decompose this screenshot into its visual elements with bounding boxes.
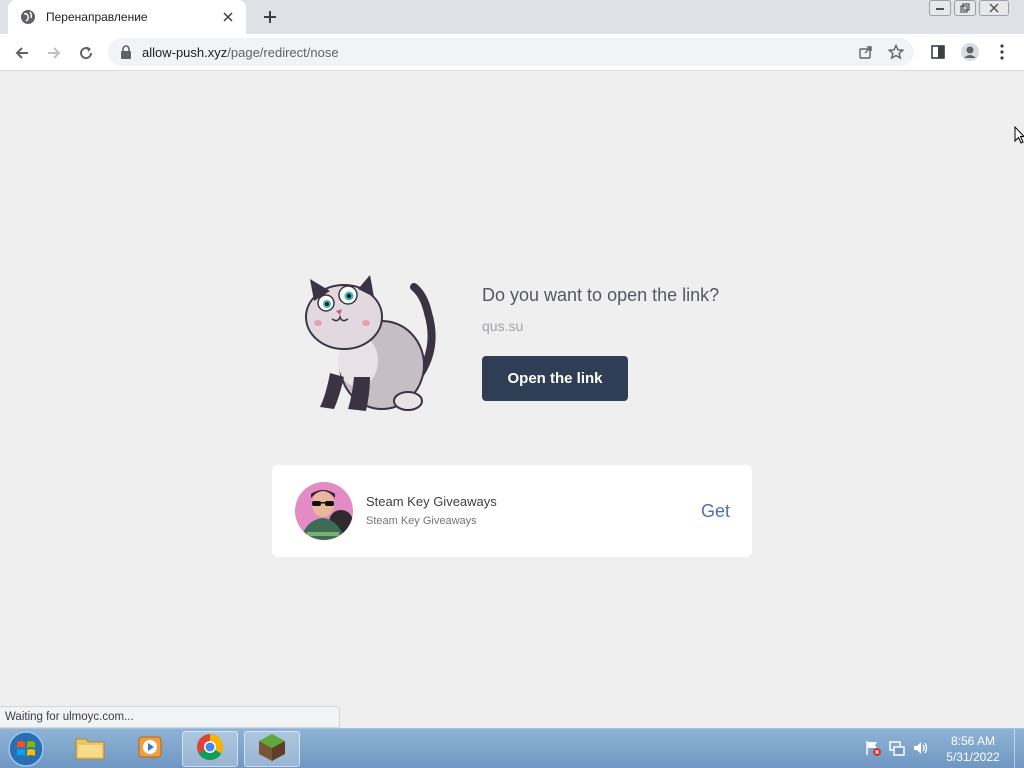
forward-button[interactable] — [42, 41, 66, 65]
cat-illustration — [300, 273, 445, 418]
avatar — [295, 482, 353, 540]
restore-button[interactable] — [954, 0, 976, 16]
url-text: allow-push.xyz/page/redirect/nose — [142, 45, 339, 60]
tab-title: Перенаправление — [46, 10, 148, 24]
side-panel-icon[interactable] — [926, 40, 950, 64]
volume-icon[interactable] — [912, 739, 930, 762]
share-icon[interactable] — [858, 44, 874, 60]
system-tray — [864, 739, 930, 762]
minimize-button[interactable] — [929, 0, 951, 16]
browser-tab[interactable]: Перенаправление — [8, 0, 246, 34]
browser-toolbar: allow-push.xyz/page/redirect/nose — [0, 34, 1024, 71]
reload-button[interactable] — [74, 41, 98, 65]
taskbar-clock[interactable]: 8:56 AM 5/31/2022 — [940, 733, 1006, 765]
back-button[interactable] — [10, 41, 34, 65]
url-host: allow-push.xyz — [142, 44, 228, 60]
file-explorer-icon — [74, 733, 106, 766]
taskbar-chrome[interactable] — [182, 731, 238, 767]
open-link-button[interactable]: Open the link — [482, 356, 628, 401]
globe-icon — [20, 9, 36, 25]
close-tab-icon[interactable] — [220, 9, 236, 25]
lock-icon[interactable] — [120, 45, 132, 59]
status-bar: Waiting for ulmoyc.com... — [0, 706, 340, 728]
menu-kebab-icon[interactable] — [990, 40, 1014, 64]
show-desktop-button[interactable] — [1014, 729, 1024, 768]
window-controls — [926, 0, 1009, 18]
promo-card[interactable]: Steam Key Giveaways Steam Key Giveaways … — [272, 465, 752, 557]
get-button[interactable]: Get — [701, 501, 730, 522]
clock-date: 5/31/2022 — [946, 750, 1000, 764]
network-icon[interactable] — [888, 739, 906, 762]
taskbar-file-explorer[interactable] — [62, 731, 118, 767]
url-path: /page/redirect/nose — [227, 44, 339, 60]
tab-strip: Перенаправление — [0, 0, 1024, 34]
address-bar[interactable]: allow-push.xyz/page/redirect/nose — [108, 38, 914, 66]
action-center-flag-icon[interactable] — [864, 739, 882, 762]
new-tab-button[interactable] — [260, 8, 280, 26]
taskbar-minecraft[interactable] — [244, 731, 300, 767]
prompt-question: Do you want to open the link? — [482, 285, 720, 305]
media-player-icon — [136, 733, 164, 766]
profile-avatar-icon[interactable] — [958, 40, 982, 64]
target-host: qus.su — [482, 318, 524, 334]
taskbar: 8:56 AM 5/31/2022 — [0, 728, 1024, 768]
chrome-icon — [195, 732, 225, 767]
card-subtitle: Steam Key Giveaways — [366, 515, 477, 527]
mouse-cursor-icon — [1014, 125, 1024, 144]
taskbar-media-player[interactable] — [122, 731, 178, 767]
clock-time: 8:56 AM — [950, 734, 996, 748]
card-title: Steam Key Giveaways — [366, 494, 497, 509]
minecraft-icon — [257, 732, 287, 767]
redirect-prompt: Do you want to open the link? qus.su — [482, 285, 719, 334]
close-window-button[interactable] — [979, 0, 1009, 16]
page-content: Do you want to open the link? qus.su Ope… — [0, 71, 1024, 728]
start-button[interactable] — [6, 730, 46, 768]
bookmark-star-icon[interactable] — [888, 44, 904, 60]
